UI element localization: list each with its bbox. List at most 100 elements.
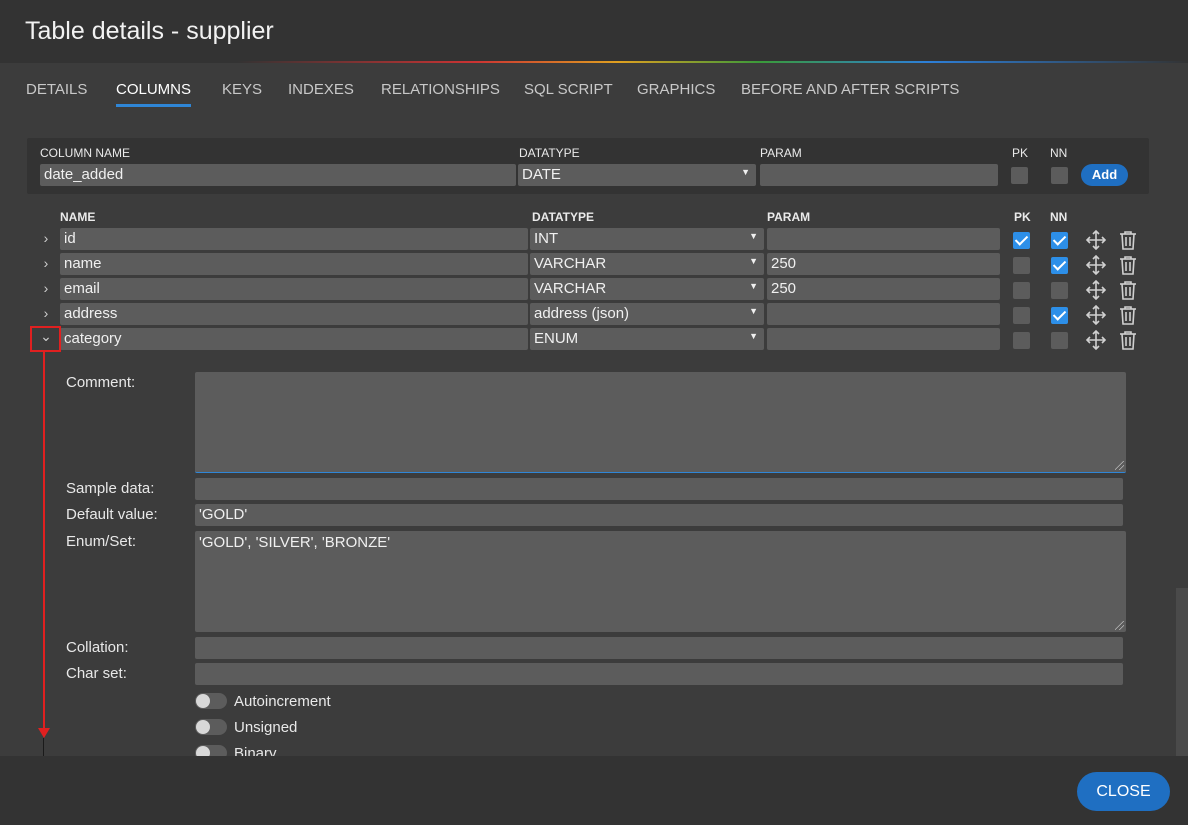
new-column-form: COLUMN NAME DATATYPE PARAM PK NN date_ad… (27, 138, 1149, 194)
header-pk: PK (1014, 210, 1031, 224)
move-icon[interactable] (1085, 229, 1107, 251)
column-nn-checkbox[interactable] (1051, 282, 1068, 299)
dropdown-arrow-icon: ▼ (749, 306, 758, 316)
column-row: › email VARCHAR ▼ 250 (0, 278, 1188, 302)
resize-grip-icon[interactable] (1115, 461, 1124, 470)
sample-data-input[interactable] (195, 478, 1123, 500)
new-column-name-label: COLUMN NAME (40, 146, 131, 160)
column-name-input[interactable]: category (60, 328, 528, 350)
dropdown-arrow-icon: ▼ (749, 281, 758, 291)
column-param-input[interactable] (767, 328, 1000, 350)
column-datatype-select[interactable]: INT ▼ (530, 228, 764, 250)
tab-before-after-scripts[interactable]: BEFORE AND AFTER SCRIPTS (741, 81, 959, 98)
dropdown-arrow-icon: ▼ (749, 256, 758, 266)
unsigned-toggle[interactable] (195, 719, 227, 735)
trash-icon[interactable] (1117, 279, 1139, 301)
move-icon[interactable] (1085, 329, 1107, 351)
dialog-footer: CLOSE (0, 756, 1188, 825)
column-datatype-value: VARCHAR (534, 280, 607, 297)
trash-icon[interactable] (1117, 254, 1139, 276)
column-pk-checkbox[interactable] (1013, 232, 1030, 249)
annotation-arrow-line (43, 352, 45, 730)
trash-icon[interactable] (1117, 329, 1139, 351)
column-param-input[interactable]: 250 (767, 278, 1000, 300)
new-column-pk-checkbox[interactable] (1011, 167, 1028, 184)
column-nn-checkbox[interactable] (1051, 257, 1068, 274)
column-row: › name VARCHAR ▼ 250 (0, 253, 1188, 277)
column-row-expanded: ⌄ category ENUM ▼ (0, 328, 1188, 352)
scrollbar-thumb[interactable] (1176, 588, 1188, 756)
collation-label: Collation: (66, 639, 129, 656)
move-icon[interactable] (1085, 254, 1107, 276)
chevron-right-icon[interactable]: › (38, 305, 54, 323)
column-name-input[interactable]: address (60, 303, 528, 325)
window-titlebar: Table details - supplier (0, 0, 1188, 62)
column-row: › id INT ▼ (0, 228, 1188, 252)
new-column-nn-checkbox[interactable] (1051, 167, 1068, 184)
new-column-pk-label: PK (1012, 146, 1029, 160)
column-datatype-select[interactable]: VARCHAR ▼ (530, 253, 764, 275)
chevron-right-icon[interactable]: › (38, 255, 54, 273)
comment-textarea[interactable] (195, 372, 1126, 473)
tab-columns[interactable]: COLUMNS (116, 81, 192, 107)
new-column-datatype-select[interactable]: DATE ▼ (518, 164, 756, 186)
move-icon[interactable] (1085, 279, 1107, 301)
new-column-param-input[interactable] (760, 164, 998, 186)
enum-set-value: 'GOLD', 'SILVER', 'BRONZE' (199, 534, 391, 551)
autoincrement-label: Autoincrement (234, 693, 331, 710)
sample-data-label: Sample data: (66, 480, 155, 497)
dropdown-arrow-icon: ▼ (741, 167, 750, 177)
new-column-nn-label: NN (1050, 146, 1068, 160)
tab-bar: DETAILS COLUMNS KEYS INDEXES RELATIONSHI… (0, 63, 1188, 118)
char-set-label: Char set: (66, 665, 127, 682)
close-button[interactable]: CLOSE (1077, 772, 1170, 811)
add-column-button[interactable]: Add (1081, 164, 1128, 186)
new-column-datatype-value: DATE (522, 166, 561, 183)
column-param-input[interactable] (767, 303, 1000, 325)
column-name-input[interactable]: id (60, 228, 528, 250)
char-set-input[interactable] (195, 663, 1123, 685)
column-datatype-value: INT (534, 230, 559, 247)
header-nn: NN (1050, 210, 1068, 224)
tab-indexes[interactable]: INDEXES (288, 81, 354, 98)
tab-graphics[interactable]: GRAPHICS (637, 81, 715, 98)
column-pk-checkbox[interactable] (1013, 332, 1030, 349)
column-name-input[interactable]: email (60, 278, 528, 300)
tab-details[interactable]: DETAILS (26, 81, 87, 98)
default-value-input[interactable]: 'GOLD' (195, 504, 1123, 526)
resize-grip-icon[interactable] (1115, 621, 1124, 630)
column-datatype-select[interactable]: address (json) ▼ (530, 303, 764, 325)
tab-relationships[interactable]: RELATIONSHIPS (381, 81, 500, 98)
column-pk-checkbox[interactable] (1013, 307, 1030, 324)
column-datatype-select[interactable]: ENUM ▼ (530, 328, 764, 350)
chevron-right-icon[interactable]: › (38, 230, 54, 248)
column-param-input[interactable] (767, 228, 1000, 250)
column-row: › address address (json) ▼ (0, 303, 1188, 327)
column-nn-checkbox[interactable] (1051, 232, 1068, 249)
trash-icon[interactable] (1117, 229, 1139, 251)
column-name-input[interactable]: name (60, 253, 528, 275)
annotation-arrow-head (38, 728, 50, 738)
header-datatype: DATATYPE (532, 210, 594, 224)
annotation-tail-line (43, 738, 44, 756)
column-pk-checkbox[interactable] (1013, 282, 1030, 299)
column-param-input[interactable]: 250 (767, 253, 1000, 275)
column-pk-checkbox[interactable] (1013, 257, 1030, 274)
enum-set-textarea[interactable]: 'GOLD', 'SILVER', 'BRONZE' (195, 531, 1126, 632)
move-icon[interactable] (1085, 304, 1107, 326)
annotation-highlight-box (30, 326, 61, 352)
tab-keys[interactable]: KEYS (222, 81, 262, 98)
new-column-param-label: PARAM (760, 146, 802, 160)
new-column-datatype-label: DATATYPE (519, 146, 580, 160)
trash-icon[interactable] (1117, 304, 1139, 326)
autoincrement-toggle[interactable] (195, 693, 227, 709)
column-datatype-select[interactable]: VARCHAR ▼ (530, 278, 764, 300)
new-column-name-input[interactable]: date_added (40, 164, 516, 186)
chevron-right-icon[interactable]: › (38, 280, 54, 298)
column-datatype-value: VARCHAR (534, 255, 607, 272)
dropdown-arrow-icon: ▼ (749, 331, 758, 341)
column-nn-checkbox[interactable] (1051, 307, 1068, 324)
collation-input[interactable] (195, 637, 1123, 659)
tab-sql-script[interactable]: SQL SCRIPT (524, 81, 613, 98)
column-nn-checkbox[interactable] (1051, 332, 1068, 349)
